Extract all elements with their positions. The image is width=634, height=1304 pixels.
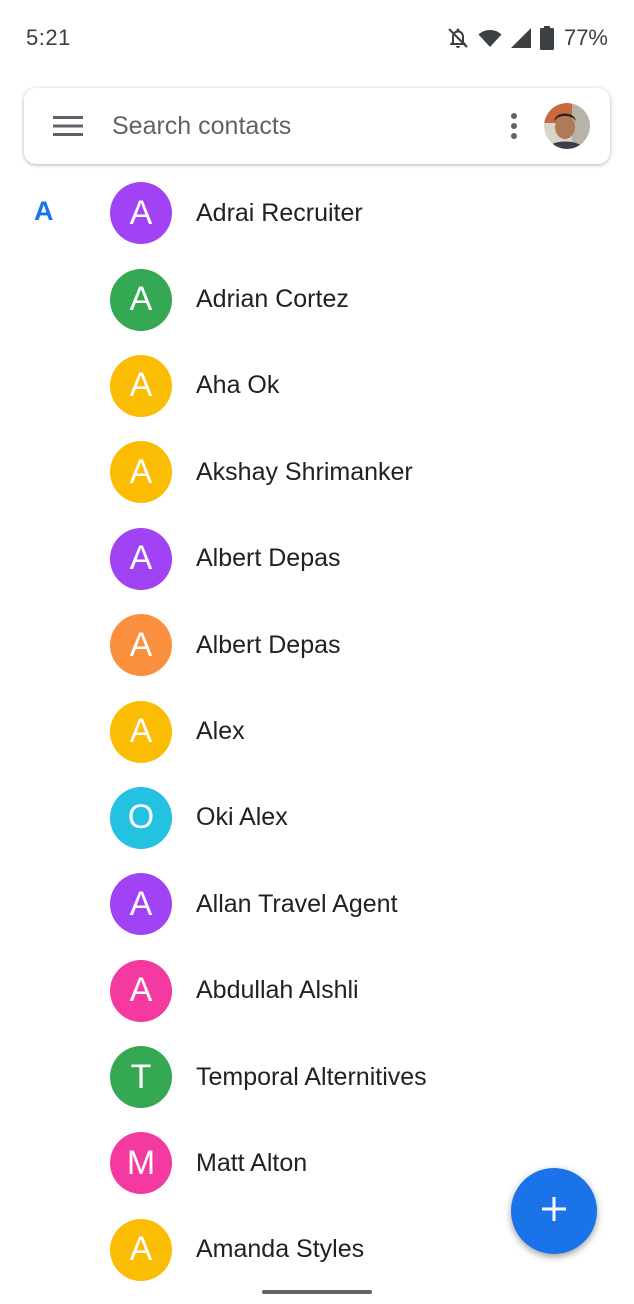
account-avatar[interactable] — [544, 103, 590, 149]
hamburger-menu-icon[interactable] — [24, 88, 112, 164]
contact-name: Allan Travel Agent — [196, 889, 398, 918]
contact-list-item[interactable]: A Adrai Recruiter — [0, 170, 634, 256]
contact-name: Aha Ok — [196, 371, 280, 400]
contact-name: Amanda Styles — [196, 1235, 365, 1264]
contact-name: Abdullah Alshli — [196, 976, 359, 1005]
contact-list-item[interactable]: A Adrian Cortez — [0, 256, 634, 342]
contact-list-item[interactable]: A Albert Depas — [0, 602, 634, 688]
contact-avatar: A — [110, 614, 172, 677]
contact-avatar: A — [110, 354, 172, 417]
contact-name: Temporal Alternitives — [196, 1062, 427, 1091]
contact-list-item[interactable]: A Allan Travel Agent — [0, 861, 634, 947]
contact-avatar: A — [110, 700, 172, 763]
contact-list-item[interactable]: O Oki Alex — [0, 775, 634, 861]
status-icons: 77% — [446, 25, 608, 51]
cellular-signal-icon — [510, 27, 532, 49]
contact-list: A A Adrai Recruiter A Adrian Cortez A Aha Ok A… — [0, 170, 634, 1293]
contact-name: Akshay Shrimanker — [196, 457, 413, 486]
contact-avatar: T — [110, 1046, 172, 1109]
contact-list-item[interactable]: T Temporal Alternitives — [0, 1034, 634, 1120]
status-bar: 5:21 77% — [0, 0, 634, 76]
add-icon — [540, 1195, 568, 1228]
contact-name: Adrai Recruiter — [196, 198, 363, 227]
more-vert-icon[interactable] — [490, 88, 538, 164]
contact-name: Oki Alex — [196, 803, 288, 832]
contact-list-item[interactable]: A Abdullah Alshli — [0, 948, 634, 1034]
wifi-icon — [478, 26, 502, 50]
gesture-nav-handle[interactable] — [262, 1290, 372, 1294]
contact-avatar: O — [110, 786, 172, 849]
status-time: 5:21 — [26, 25, 71, 50]
contact-avatar: A — [110, 959, 172, 1022]
contact-name: Matt Alton — [196, 1148, 308, 1177]
contact-name: Albert Depas — [196, 630, 341, 659]
contact-avatar: A — [110, 182, 172, 245]
contacts-screen: 5:21 77% Search contacts A A Adrai Recru… — [0, 0, 634, 1304]
contact-name: Albert Depas — [196, 544, 341, 573]
search-bar — [24, 88, 610, 164]
contact-list-item[interactable]: A Akshay Shrimanker — [0, 429, 634, 515]
contact-list-item[interactable]: A Aha Ok — [0, 343, 634, 429]
contact-avatar: M — [110, 1132, 172, 1195]
create-contact-button[interactable] — [511, 1168, 597, 1254]
contact-avatar: A — [110, 268, 172, 331]
contact-avatar: A — [110, 873, 172, 936]
contact-list-item[interactable]: A Albert Depas — [0, 516, 634, 602]
contact-list-item[interactable]: A Alex — [0, 688, 634, 774]
search-input[interactable] — [112, 111, 490, 141]
contact-avatar: A — [110, 1218, 172, 1281]
battery-icon — [539, 26, 554, 50]
contact-name: Adrian Cortez — [196, 285, 349, 314]
contact-avatar: A — [110, 441, 172, 504]
battery-percent: 77% — [563, 25, 608, 50]
notifications-off-icon — [446, 26, 470, 50]
contact-avatar: A — [110, 527, 172, 590]
contact-name: Alex — [196, 717, 245, 746]
